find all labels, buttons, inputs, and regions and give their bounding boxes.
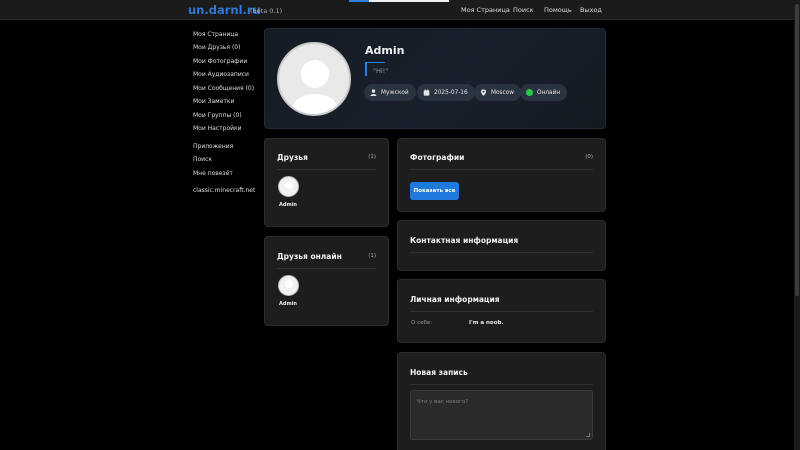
nav-my-page[interactable]: Моя Страница xyxy=(461,6,510,14)
date-value: 2025-07-16 xyxy=(434,89,468,96)
menu-my-photos[interactable]: Мои Фотографии xyxy=(193,58,247,65)
menu-my-friends[interactable]: Мои Друзья (0) xyxy=(193,44,240,51)
menu-my-messages[interactable]: Мои Сообщения (0) xyxy=(193,85,254,92)
profile-status[interactable]: "Hi!" xyxy=(365,62,389,76)
friend-item[interactable]: Admin xyxy=(273,176,303,208)
about-value: I'm a noob. xyxy=(469,320,504,326)
gender-value: Мужской xyxy=(381,89,409,96)
city-chip: Moscow xyxy=(474,84,522,101)
header-accent-bar xyxy=(349,0,449,2)
city-value: Moscow xyxy=(491,89,515,96)
menu-my-notes[interactable]: Мои Заметки xyxy=(193,98,234,105)
contact-info-card: Контактная информация xyxy=(397,220,606,271)
beta-label: (beta 0.1) xyxy=(250,7,283,15)
date-chip: 2025-07-16 xyxy=(417,84,475,101)
friend-name[interactable]: Admin xyxy=(273,202,303,208)
friend-avatar[interactable] xyxy=(277,176,299,197)
menu-apps[interactable]: Приложения xyxy=(193,143,233,150)
top-header: un.darnl.ru (beta 0.1) Моя Страница Поис… xyxy=(0,0,800,20)
menu-my-groups[interactable]: Мои Группы (0) xyxy=(193,112,242,119)
personal-info-title: Личная информация xyxy=(410,295,500,304)
about-label: О себе: xyxy=(411,320,433,326)
contact-info-title: Контактная информация xyxy=(410,236,519,245)
location-pin-icon xyxy=(480,89,487,96)
online-dot-icon xyxy=(526,89,533,96)
scrollbar-thumb[interactable] xyxy=(795,4,799,296)
profile-header-card: Admin "Hi!" Мужской 2025-07-16 Moscow Он… xyxy=(264,28,606,129)
menu-my-page[interactable]: Моя Страница xyxy=(193,31,238,38)
resize-handle-icon[interactable] xyxy=(586,433,590,437)
nav-logout[interactable]: Выход xyxy=(580,6,602,14)
menu-search[interactable]: Поиск xyxy=(193,156,212,163)
menu-lucky[interactable]: Мне повезёт xyxy=(193,170,233,177)
menu-my-audio[interactable]: Мои Аудиозаписи xyxy=(193,71,249,78)
photos-title[interactable]: Фотографии xyxy=(410,153,464,162)
calendar-icon xyxy=(423,89,430,96)
nav-help[interactable]: Помощь xyxy=(544,6,572,14)
friends-count: (1) xyxy=(368,154,376,160)
show-all-photos-button[interactable]: Показать все xyxy=(410,182,459,200)
friends-online-card: Друзья онлайн (1) Admin xyxy=(264,236,389,326)
menu-my-settings[interactable]: Мои Настройки xyxy=(193,125,242,132)
photos-card: Фотографии (0) Показать все xyxy=(397,138,606,212)
personal-info-card: Личная информация О себе: I'm a noob. xyxy=(397,279,606,343)
friends-title[interactable]: Друзья xyxy=(277,153,308,162)
profile-avatar[interactable] xyxy=(277,42,351,116)
new-post-title: Новая запись xyxy=(410,368,468,377)
photos-count: (0) xyxy=(585,154,593,160)
page-scrollbar[interactable] xyxy=(794,0,800,450)
gender-chip: Мужской xyxy=(364,84,416,101)
online-friend-avatar[interactable] xyxy=(277,275,299,296)
user-icon xyxy=(370,89,377,96)
profile-status-text: "Hi!" xyxy=(373,67,389,75)
friends-card: Друзья (1) Admin xyxy=(264,138,389,227)
friends-online-title[interactable]: Друзья онлайн xyxy=(277,252,342,261)
online-friend-name[interactable]: Admin xyxy=(273,301,303,307)
friends-online-count: (1) xyxy=(368,253,376,259)
online-friend-item[interactable]: Admin xyxy=(273,275,303,307)
online-chip: Онлайн xyxy=(520,84,568,101)
online-value: Онлайн xyxy=(537,89,561,96)
new-post-placeholder: Что у вас нового? xyxy=(417,399,469,405)
nav-search[interactable]: Поиск xyxy=(513,6,534,14)
new-post-card: Новая запись Что у вас нового? xyxy=(397,352,606,450)
menu-minecraft-link[interactable]: classic.minecraft.net xyxy=(193,187,255,194)
new-post-textarea[interactable]: Что у вас нового? xyxy=(410,390,593,440)
profile-name: Admin xyxy=(365,44,405,57)
